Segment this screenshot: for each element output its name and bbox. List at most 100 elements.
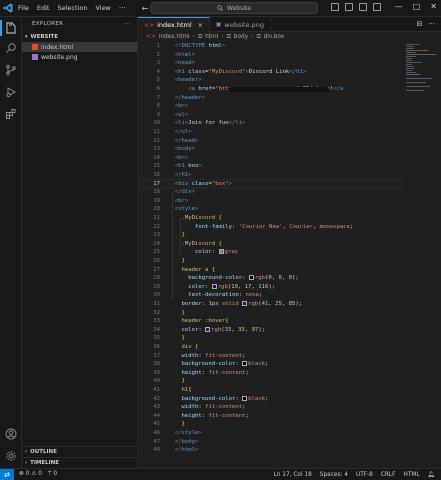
code-line: 34 color: rgb(33, 33, 97);	[153, 326, 266, 333]
breadcrumb-item[interactable]: html	[205, 34, 218, 40]
menu-file[interactable]: File	[18, 4, 29, 12]
code-line: 7 </header>	[156, 94, 206, 101]
file-item-index-html[interactable]: index.html	[22, 42, 137, 52]
title-bar: File Edit Selection View ··· ← → Website…	[0, 0, 441, 17]
files-icon[interactable]	[3, 20, 19, 36]
timeline-label: TIMELINE	[30, 460, 60, 466]
tab-label: website.png	[224, 20, 265, 29]
code-line: 29 color: rgb(19, 17, 116);	[153, 283, 276, 290]
chevron-right-icon: ›	[25, 449, 28, 455]
problems-indicator[interactable]: ⊗ 0 ⚠ 0	[19, 471, 42, 478]
editor-more-button[interactable]: ···	[428, 20, 435, 28]
toggle-secondary-sidebar-icon[interactable]	[359, 3, 367, 11]
encoding[interactable]: UTF-8	[356, 472, 373, 478]
code-line: 14 <br>	[153, 154, 189, 161]
code-line: 25 color: gray	[153, 249, 239, 256]
code-line: 26 }	[153, 258, 185, 264]
breadcrumb-item[interactable]: body	[234, 34, 248, 40]
code-line: 43 width: fit-content;	[153, 404, 246, 411]
active-indicator	[0, 20, 2, 36]
cursor-position[interactable]: Ln 17, Col 18	[274, 472, 312, 478]
antenna-icon: ⍡	[48, 471, 52, 477]
menu-edit[interactable]: Edit	[37, 4, 50, 12]
back-arrow-icon[interactable]: ←	[142, 4, 149, 13]
indentation[interactable]: Spaces: 4	[320, 472, 348, 478]
command-center-label: Website	[227, 4, 251, 12]
code-editor[interactable]: 1 <!DOCTYPE html> 2 <html> 3 <head> 4 <h…	[137, 42, 401, 463]
code-line: 38 background-color: black;	[153, 361, 269, 368]
code-line: 39 height: fit-content;	[153, 369, 249, 376]
outline-label: OUTLINE	[30, 449, 57, 455]
redacted-url	[229, 87, 329, 92]
gear-icon[interactable]	[3, 448, 19, 464]
code-line: 9 <ul>	[156, 111, 189, 118]
toggle-panel-icon[interactable]	[345, 3, 353, 11]
element-icon: ⧉	[256, 33, 261, 40]
code-line: 21 .MyDiscord {	[153, 215, 222, 221]
file-item-website-png[interactable]: website.png	[22, 52, 137, 62]
warning-count: 0	[38, 471, 42, 477]
split-editor-icon[interactable]: ⊟	[416, 20, 422, 28]
code-line: 16 </h1>	[153, 172, 192, 178]
code-line: 5 <header>	[156, 77, 202, 84]
menu-view[interactable]: View	[95, 4, 110, 12]
more-menu-button[interactable]: ···	[119, 4, 126, 12]
code-line: 11 </ul>	[153, 129, 192, 135]
code-line: 30 text-decoration: none;	[153, 292, 263, 299]
outline-section[interactable]: › OUTLINE	[22, 446, 138, 457]
vscode-logo-icon	[0, 0, 16, 17]
code-line: 2 <html>	[156, 51, 195, 58]
code-line: 22 font-family: 'Courier New', Courier, …	[153, 223, 354, 230]
bell-icon[interactable]: 🔔︎	[428, 472, 435, 478]
ports-indicator[interactable]: ⍡ 0	[48, 471, 57, 478]
code-line: 19 <br>	[153, 197, 189, 204]
toggle-sidebar-icon[interactable]	[331, 3, 339, 11]
line-ending[interactable]: CRLF	[381, 472, 396, 478]
code-line: 23 }	[153, 232, 185, 239]
html-file-icon	[32, 44, 38, 50]
close-icon[interactable]: ×	[198, 22, 203, 29]
close-window-button[interactable]: ✕	[430, 2, 437, 11]
code-line: 12 </head>	[153, 137, 199, 144]
folder-website[interactable]: ▾ WEBSITE	[22, 31, 137, 42]
chevron-right-icon: ›	[251, 34, 254, 40]
menu-bar: File Edit Selection View	[18, 4, 111, 12]
code-line: 4 <h1 class="MyDiscord">Discord Link</h1…	[156, 68, 307, 75]
code-line: 8 <br>	[156, 103, 189, 110]
code-line: 28 background-color: rgb(0, 0, 0);	[153, 275, 299, 282]
command-center-search[interactable]: Website	[150, 2, 318, 14]
run-debug-icon[interactable]	[3, 84, 19, 100]
code-line: 18 </div>	[153, 189, 195, 196]
explorer-more-button[interactable]: ···	[125, 21, 131, 27]
code-line: 47 </body>	[153, 438, 199, 445]
breadcrumb-item[interactable]: index.html	[159, 34, 190, 40]
code-line: 36 div {	[153, 344, 199, 350]
code-line: 27 header a {	[153, 266, 216, 273]
tab-index-html[interactable]: <> index.html ×	[138, 17, 210, 32]
minimize-button[interactable]: —	[395, 2, 403, 11]
account-icon[interactable]	[3, 426, 19, 442]
html-file-icon: <>	[146, 34, 156, 40]
menu-selection[interactable]: Selection	[57, 4, 87, 12]
remote-icon[interactable]: ⇄	[0, 468, 14, 480]
maximize-button[interactable]: □	[413, 2, 421, 11]
image-file-icon: ▣	[215, 21, 222, 28]
code-line: 1 <!DOCTYPE html>	[156, 43, 226, 49]
customize-layout-icon[interactable]	[373, 3, 381, 11]
breadcrumb-item[interactable]: div.box	[264, 34, 285, 40]
tab-label: index.html	[157, 21, 192, 29]
search-icon[interactable]	[3, 40, 19, 56]
explorer-sidebar: EXPLORER ··· ▾ WEBSITE index.html websit…	[22, 17, 138, 468]
code-line: 31 border: 1px solid rgb(41, 25, 85);	[153, 301, 303, 307]
timeline-section[interactable]: › TIMELINE	[22, 457, 138, 468]
ports-count: 0	[53, 471, 58, 477]
extensions-icon[interactable]	[3, 106, 19, 122]
editor-scrollbar[interactable]	[432, 42, 441, 463]
code-line: 10 <li>Join for fun</li>	[153, 120, 246, 127]
language-mode[interactable]: HTML	[404, 472, 420, 478]
tab-website-png[interactable]: ▣ website.png	[210, 17, 272, 32]
code-line: 37 width: fit-content;	[153, 352, 246, 359]
chevron-right-icon: ›	[192, 34, 195, 40]
code-line: 35 }	[153, 335, 185, 342]
source-control-icon[interactable]	[3, 62, 19, 78]
